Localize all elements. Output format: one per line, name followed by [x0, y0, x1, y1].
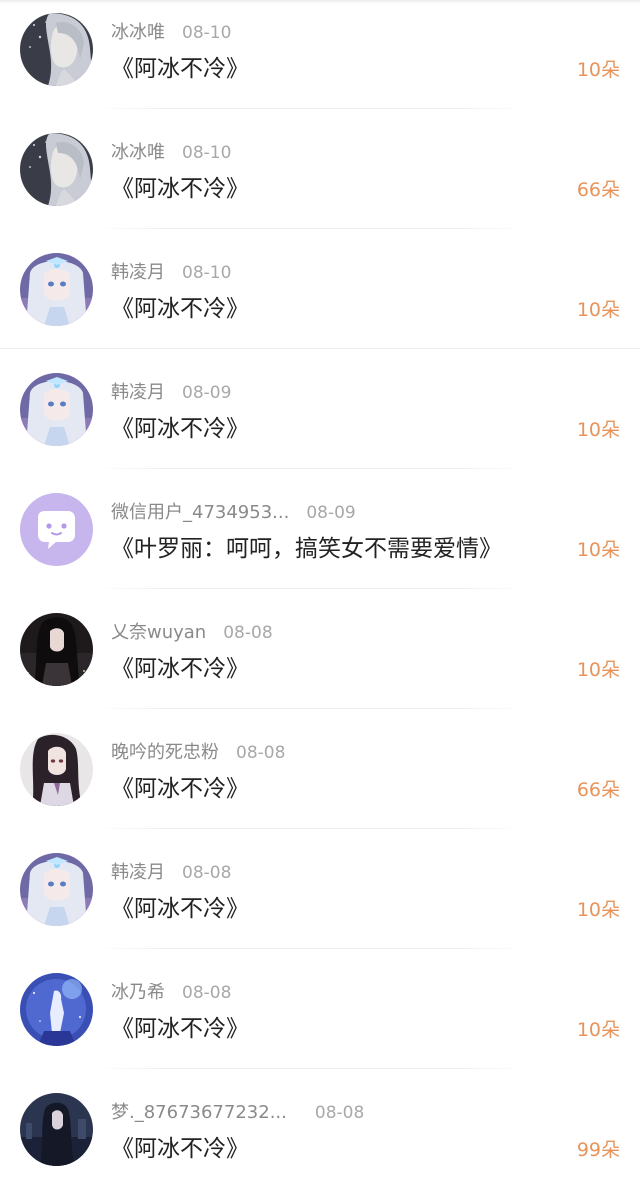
row-divider — [0, 348, 640, 349]
user-name: 晚吟的死忠粉 — [111, 742, 219, 763]
silver-hair-girl-avatar[interactable] — [20, 133, 93, 206]
flower-amount: 66朵 — [576, 179, 620, 201]
dark-hair-girl-avatar[interactable] — [20, 613, 93, 686]
long-hair-boy-avatar[interactable] — [20, 733, 93, 806]
gift-record-row[interactable]: 微信用户_4734953... 08-09 《叶罗丽：呵呵，搞笑女不需要爱情》 1… — [0, 480, 640, 600]
night-city-girl-avatar[interactable] — [20, 1093, 93, 1166]
record-date: 08-09 — [182, 383, 232, 403]
gift-title: 《阿冰不冷》 — [111, 896, 249, 922]
user-name: 乂奈wuyan — [111, 622, 207, 643]
gift-record-row[interactable]: 韩凌月 08-09 《阿冰不冷》 10朵 — [0, 360, 640, 480]
gift-title: 《阿冰不冷》 — [111, 296, 249, 322]
gift-title: 《阿冰不冷》 — [111, 56, 249, 82]
row-divider — [96, 108, 526, 109]
row-divider — [96, 468, 526, 469]
record-meta: 晚吟的死忠粉 08-08 — [111, 740, 285, 766]
ice-princess-avatar[interactable] — [20, 853, 93, 926]
gift-title: 《阿冰不冷》 — [111, 176, 249, 202]
record-meta: 冰乃希 08-08 — [111, 980, 231, 1006]
silver-hair-girl-avatar[interactable] — [20, 13, 93, 86]
user-name: 梦._87673677232... — [111, 1102, 287, 1123]
record-date: 08-09 — [306, 503, 356, 523]
gift-record-row[interactable]: 梦._87673677232... 08-08 《阿冰不冷》 99朵 — [0, 1080, 640, 1200]
row-divider — [96, 588, 526, 589]
gift-title: 《阿冰不冷》 — [111, 656, 249, 682]
wechat-default-avatar[interactable] — [20, 493, 93, 566]
record-meta: 冰冰唯 08-10 — [111, 140, 231, 166]
record-date: 08-08 — [182, 983, 232, 1003]
gift-record-row[interactable]: 冰冰唯 08-10 《阿冰不冷》 66朵 — [0, 120, 640, 240]
ice-princess-avatar[interactable] — [20, 373, 93, 446]
gift-title: 《阿冰不冷》 — [111, 1016, 249, 1042]
flower-amount: 10朵 — [576, 419, 620, 441]
flower-amount: 10朵 — [576, 899, 620, 921]
record-meta: 微信用户_4734953... 08-09 — [111, 500, 356, 526]
row-divider — [96, 228, 526, 229]
gift-record-row[interactable]: 韩凌月 08-10 《阿冰不冷》 10朵 — [0, 240, 640, 360]
user-name: 韩凌月 — [111, 262, 165, 283]
row-divider — [96, 948, 526, 949]
gift-title: 《阿冰不冷》 — [111, 776, 249, 802]
flower-amount: 10朵 — [576, 299, 620, 321]
record-meta: 乂奈wuyan 08-08 — [111, 620, 273, 646]
gift-record-row[interactable]: 乂奈wuyan 08-08 《阿冰不冷》 10朵 — [0, 600, 640, 720]
row-divider — [96, 1068, 526, 1069]
record-date: 08-08 — [223, 623, 273, 643]
flower-amount: 10朵 — [576, 659, 620, 681]
user-name: 韩凌月 — [111, 382, 165, 403]
record-meta: 韩凌月 08-10 — [111, 260, 231, 286]
ice-princess-avatar[interactable] — [20, 253, 93, 326]
record-date: 08-08 — [182, 863, 232, 883]
flower-amount: 10朵 — [576, 1019, 620, 1041]
flower-amount: 10朵 — [576, 59, 620, 81]
record-date: 08-10 — [182, 143, 232, 163]
record-meta: 梦._87673677232... 08-08 — [111, 1100, 364, 1126]
record-date: 08-10 — [182, 263, 232, 283]
gift-record-row[interactable]: 冰冰唯 08-10 《阿冰不冷》 10朵 — [0, 0, 640, 120]
gift-title: 《阿冰不冷》 — [111, 416, 249, 442]
user-name: 韩凌月 — [111, 862, 165, 883]
gift-record-row[interactable]: 冰乃希 08-08 《阿冰不冷》 10朵 — [0, 960, 640, 1080]
gift-title: 《叶罗丽：呵呵，搞笑女不需要爱情》 — [111, 536, 502, 562]
row-divider — [96, 708, 526, 709]
night-sky-figure-avatar[interactable] — [20, 973, 93, 1046]
flower-amount: 10朵 — [576, 539, 620, 561]
user-name: 冰冰唯 — [111, 142, 165, 163]
row-divider — [96, 828, 526, 829]
record-date: 08-08 — [236, 743, 286, 763]
flower-amount: 66朵 — [576, 779, 620, 801]
gift-record-row[interactable]: 韩凌月 08-08 《阿冰不冷》 10朵 — [0, 840, 640, 960]
record-meta: 韩凌月 08-09 — [111, 380, 231, 406]
record-meta: 冰冰唯 08-10 — [111, 20, 231, 46]
user-name: 微信用户_4734953... — [111, 502, 290, 523]
record-date: 08-08 — [314, 1103, 365, 1123]
record-date: 08-10 — [182, 23, 232, 43]
gift-record-row[interactable]: 晚吟的死忠粉 08-08 《阿冰不冷》 66朵 — [0, 720, 640, 840]
record-meta: 韩凌月 08-08 — [111, 860, 231, 886]
user-name: 冰冰唯 — [111, 22, 165, 43]
user-name: 冰乃希 — [111, 982, 165, 1003]
